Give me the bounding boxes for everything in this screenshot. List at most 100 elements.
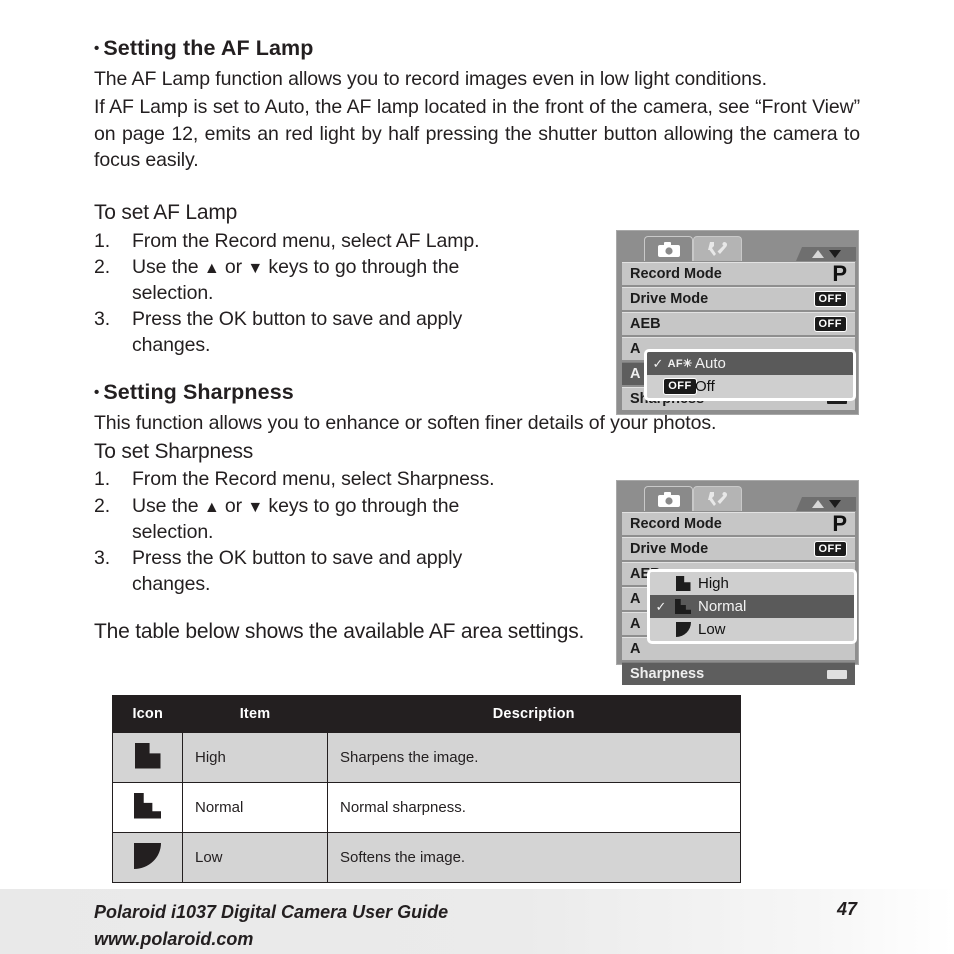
scroll-indicator bbox=[796, 497, 856, 511]
step-text: From the Record menu, select AF Lamp. bbox=[132, 229, 480, 252]
step-number: 2. bbox=[94, 494, 111, 517]
step-number: 1. bbox=[94, 229, 111, 252]
sharpness-low-icon bbox=[134, 842, 161, 869]
setup-tab[interactable] bbox=[693, 236, 742, 261]
menu-row-label: Drive Mode bbox=[630, 291, 709, 307]
af-lamp-step-3: 3. Press the OK button to save and apply… bbox=[94, 306, 599, 358]
setup-tab[interactable] bbox=[693, 486, 742, 511]
menu-row-label: A bbox=[630, 641, 641, 657]
arrow-up-icon: ▲ bbox=[203, 498, 220, 516]
footer-text: Polaroid i1037 Digital Camera User Guide… bbox=[94, 899, 448, 952]
menu-row-drive-mode[interactable]: Drive Mode OFF bbox=[622, 287, 855, 310]
heading-text: Setting Sharpness bbox=[103, 380, 294, 405]
option-label: High bbox=[698, 575, 729, 592]
sharpness-step-3: 3. Press the OK button to save and apply… bbox=[94, 545, 599, 597]
table-row: High Sharpens the image. bbox=[112, 732, 741, 783]
off-badge-icon: OFF bbox=[813, 540, 847, 558]
sharpness-high-icon bbox=[675, 576, 691, 591]
camera-tab[interactable] bbox=[644, 236, 693, 261]
step-text-line2: changes. bbox=[132, 572, 211, 595]
option-normal[interactable]: ✓ Normal bbox=[650, 595, 854, 618]
step-number: 2. bbox=[94, 255, 111, 278]
menu-row-aeb[interactable]: AEB OFF bbox=[622, 312, 855, 335]
cell-item: Normal bbox=[182, 782, 328, 833]
page-number: 47 bbox=[836, 899, 857, 919]
step-text: Press the OK button to save and apply bbox=[132, 308, 463, 331]
cell-description: Softens the image. bbox=[327, 832, 741, 883]
af-area-settings-table: Icon Item Description High Sharpens the … bbox=[112, 695, 741, 883]
af-lamp-paragraph-2: If AF Lamp is set to Auto, the AF lamp l… bbox=[94, 96, 860, 172]
step-text-a: Use the bbox=[132, 255, 204, 278]
menu-row-record-mode[interactable]: Record Mode P bbox=[622, 262, 855, 285]
sharpness-normal-icon bbox=[675, 599, 691, 614]
af-lamp-option-popup: ✓ AF✳ Auto OFF Off bbox=[644, 349, 856, 401]
step-text-a: Use the bbox=[132, 494, 204, 517]
off-badge-icon: OFF bbox=[813, 315, 847, 333]
menu-row-label: AEB bbox=[630, 316, 661, 332]
cell-description: Normal sharpness. bbox=[327, 782, 741, 833]
af-lamp-steps: 1. From the Record menu, select AF Lamp.… bbox=[94, 228, 599, 359]
off-badge-icon: OFF bbox=[663, 378, 697, 395]
header-item: Item bbox=[182, 695, 328, 733]
menu-row-drive-mode[interactable]: Drive Mode OFF bbox=[622, 537, 855, 560]
step-text-b: or bbox=[219, 255, 248, 278]
sharpness-step-1: 1. From the Record menu, select Sharpnes… bbox=[94, 466, 599, 492]
step-text-b: or bbox=[219, 494, 248, 517]
step-text: From the Record menu, select Sharpness. bbox=[132, 468, 495, 491]
bullet-icon: • bbox=[94, 40, 100, 57]
option-off[interactable]: OFF Off bbox=[647, 375, 853, 398]
arrow-up-icon: ▲ bbox=[203, 259, 220, 277]
option-label: Normal bbox=[698, 598, 747, 615]
record-mode-value: P bbox=[832, 511, 847, 537]
arrow-down-icon: ▼ bbox=[247, 498, 264, 516]
camera-lcd-sharpness: Record Mode P Drive Mode OFF AEB A A A S… bbox=[616, 480, 860, 685]
option-low[interactable]: Low bbox=[650, 618, 854, 641]
checkmark-icon: ✓ bbox=[655, 598, 667, 614]
af-lamp-step-1: 1. From the Record menu, select AF Lamp. bbox=[94, 228, 599, 254]
scroll-indicator bbox=[796, 247, 856, 261]
table-body: High Sharpens the image. Normal Normal s… bbox=[112, 732, 741, 883]
sharpness-normal-icon bbox=[134, 792, 161, 819]
cell-item: Low bbox=[182, 832, 328, 883]
menu-row-label: A bbox=[630, 341, 641, 357]
af-lamp-step-2: 2. Use the ▲ or ▼ keys to go through the… bbox=[94, 254, 599, 306]
footer-url: www.polaroid.com bbox=[94, 928, 254, 949]
lcd-tab-bar bbox=[617, 231, 860, 261]
step-text-line2: selection. bbox=[132, 281, 214, 304]
footer-title: Polaroid i1037 Digital Camera User Guide bbox=[94, 902, 449, 922]
header-description: Description bbox=[327, 695, 741, 733]
camera-tab[interactable] bbox=[644, 486, 693, 511]
step-text-c: keys to go through the bbox=[263, 255, 460, 278]
option-high[interactable]: High bbox=[650, 572, 854, 595]
menu-row-label: Sharpness bbox=[630, 666, 705, 682]
step-text: Press the OK button to save and apply bbox=[132, 546, 463, 569]
menu-row-sharpness-selected[interactable]: Sharpness bbox=[622, 662, 855, 685]
menu-row-record-mode[interactable]: Record Mode P bbox=[622, 512, 855, 535]
sharpness-high-icon bbox=[134, 742, 161, 769]
document-page: • Setting the AF Lamp The AF Lamp functio… bbox=[0, 0, 954, 954]
cell-icon bbox=[112, 732, 183, 783]
option-auto[interactable]: ✓ AF✳ Auto bbox=[647, 352, 853, 375]
camera-lcd-af-lamp: Record Mode P Drive Mode OFF AEB OFF A A… bbox=[616, 230, 859, 415]
sharpness-swatch-icon bbox=[827, 669, 847, 679]
option-label: Auto bbox=[695, 355, 726, 372]
cell-item: High bbox=[182, 732, 328, 783]
record-mode-value: P bbox=[832, 261, 847, 287]
arrow-down-icon: ▼ bbox=[247, 259, 264, 277]
heading-text: Setting the AF Lamp bbox=[103, 36, 314, 60]
page-footer: Polaroid i1037 Digital Camera User Guide… bbox=[0, 889, 954, 954]
lcd-tab-bar bbox=[617, 481, 860, 511]
menu-row-label: A bbox=[630, 591, 641, 607]
wrench-icon bbox=[707, 241, 727, 256]
sharpness-low-icon bbox=[675, 622, 691, 637]
option-label: Low bbox=[698, 621, 726, 638]
step-number: 3. bbox=[94, 546, 111, 569]
heading-setting-af-lamp: • Setting the AF Lamp bbox=[94, 36, 860, 62]
arrow-down-icon bbox=[828, 500, 841, 508]
camera-icon bbox=[657, 491, 680, 507]
step-number: 1. bbox=[94, 468, 111, 491]
menu-row-label: A bbox=[630, 366, 641, 382]
menu-row-label: A bbox=[630, 616, 641, 632]
cell-icon bbox=[112, 832, 183, 883]
arrow-down-icon bbox=[828, 250, 841, 258]
